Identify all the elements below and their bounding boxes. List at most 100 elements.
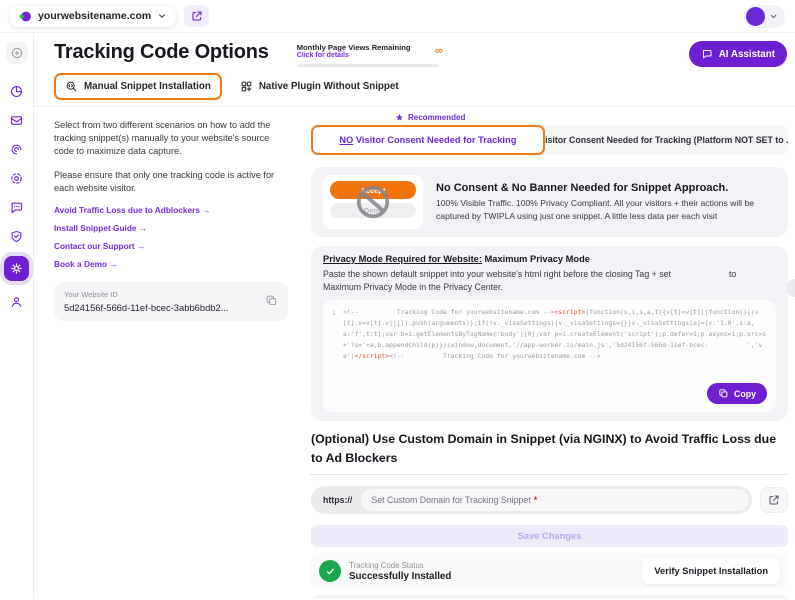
sidebar-item-automation[interactable] xyxy=(6,167,28,189)
status-value: Successfully Installed xyxy=(349,571,451,582)
sidebar-item-privacy[interactable] xyxy=(6,225,28,247)
sidebar-item-add[interactable] xyxy=(6,42,28,64)
website-selector-label: yourwebsitename.com xyxy=(38,10,151,22)
privacy-mode-title: Privacy Mode Required for Website: Maxim… xyxy=(323,254,776,264)
page-title: Tracking Code Options xyxy=(54,41,269,64)
prohibition-icon xyxy=(323,175,423,229)
external-link-icon xyxy=(768,494,780,506)
main-layout: Tracking Code Options Monthly Page Views… xyxy=(0,32,795,599)
link-install-snippet-guide[interactable]: Install Snippet Guide → xyxy=(54,223,288,233)
website-selector[interactable]: yourwebsitename.com xyxy=(10,6,176,27)
star-icon xyxy=(395,113,404,122)
tab-no-consent[interactable]: NO Visitor Consent Needed for Tracking xyxy=(311,125,545,155)
open-domain-button[interactable] xyxy=(760,487,788,513)
copy-button-label: Copy xyxy=(734,389,756,399)
verify-installation-button[interactable]: Verify Snippet Installation xyxy=(642,558,780,584)
page-views-widget: Monthly Page Views Remaining Click for d… xyxy=(297,43,427,67)
privacy-mode-body-before: Paste the shown default snippet into you… xyxy=(323,269,671,279)
protocol-prefix: https:// xyxy=(323,495,352,505)
shield-check-icon xyxy=(9,229,24,244)
chat-bubble-icon xyxy=(9,200,24,215)
page-views-progress-bar xyxy=(297,64,439,67)
website-favicon-icon xyxy=(19,10,32,23)
copy-icon[interactable] xyxy=(265,294,278,312)
custom-domain-field: https:// Set Custom Domain for Tracking … xyxy=(311,486,752,514)
spiral-icon xyxy=(9,142,24,157)
no-consent-body: 100% Visible Traffic. 100% Privacy Compl… xyxy=(436,197,776,222)
content-columns: Select from two different scenarios on h… xyxy=(54,107,789,599)
sidebar-item-chat[interactable] xyxy=(6,196,28,218)
status-text: Tracking Code Status Successfully Instal… xyxy=(349,561,451,582)
recommended-badge-label: Recommended xyxy=(408,113,465,122)
code-script-open-tag: <script> xyxy=(555,308,586,316)
panel-collapse-handle[interactable] xyxy=(787,279,795,297)
custom-domain-input[interactable]: Set Custom Domain for Tracking Snippet * xyxy=(361,489,749,511)
link-contact-support[interactable]: Contact our Support → xyxy=(54,241,288,251)
app-window: yourwebsitename.com xyxy=(0,0,795,600)
status-label: Tracking Code Status xyxy=(349,561,451,570)
code-line-number: 1 xyxy=(332,307,336,383)
right-column: Recommended NO Visitor Consent Needed fo… xyxy=(302,107,789,599)
intro-paragraph-1: Select from two different scenarios on h… xyxy=(54,119,288,158)
no-consent-title: No Consent & No Banner Needed for Snippe… xyxy=(436,182,776,194)
no-consent-text: No Consent & No Banner Needed for Snippe… xyxy=(436,182,776,222)
avatar xyxy=(746,7,765,26)
privacy-mode-title-rest: Maximum Privacy Mode xyxy=(482,254,590,264)
ai-assistant-label: AI Assistant xyxy=(719,49,775,60)
chevron-down-icon xyxy=(157,11,167,21)
required-asterisk: * xyxy=(534,495,537,505)
pie-chart-icon xyxy=(9,84,24,99)
search-code-icon xyxy=(65,80,78,93)
tracking-code-box: 1 <!-- Tracking Code for yourwebsitename… xyxy=(323,300,776,412)
intro-paragraph-2: Please ensure that only one tracking cod… xyxy=(54,169,288,195)
user-menu[interactable] xyxy=(744,5,785,28)
left-column: Select from two different scenarios on h… xyxy=(54,107,302,599)
code-comment-close: <!-- Tracking Code for yourwebsitename.c… xyxy=(389,352,601,360)
tab-consent-needed[interactable]: Visitor Consent Needed for Tracking (Pla… xyxy=(545,125,788,155)
tab-manual-snippet-label: Manual Snippet Installation xyxy=(84,81,211,92)
privacy-mode-title-underlined: Privacy Mode Required for Website: xyxy=(323,254,482,264)
chat-icon xyxy=(701,48,713,60)
sidebar-item-analytics[interactable] xyxy=(6,80,28,102)
tab-no-consent-prefix: NO xyxy=(339,135,353,145)
custom-domain-placeholder: Set Custom Domain for Tracking Snippet xyxy=(371,495,530,505)
consent-tabs: NO Visitor Consent Needed for Tracking V… xyxy=(311,125,788,155)
main-content: Tracking Code Options Monthly Page Views… xyxy=(34,33,795,599)
link-book-demo[interactable]: Book a Demo → xyxy=(54,259,288,269)
sidebar-item-settings[interactable] xyxy=(4,256,29,281)
link-avoid-traffic-loss[interactable]: Avoid Traffic Loss due to Adblockers → xyxy=(54,205,288,215)
privacy-mode-body: Paste the shown default snippet into you… xyxy=(323,268,776,294)
code-comment-open: <!-- Tracking Code for yourwebsitename.c… xyxy=(343,308,555,316)
sidebar-item-inbox[interactable] xyxy=(6,109,28,131)
top-bar: yourwebsitename.com xyxy=(0,0,795,32)
recommended-badge: Recommended xyxy=(395,113,788,122)
ai-assistant-button[interactable]: AI Assistant xyxy=(689,41,787,67)
tab-manual-snippet[interactable]: Manual Snippet Installation xyxy=(54,73,222,100)
open-website-button[interactable] xyxy=(184,5,209,27)
custom-domain-row: https:// Set Custom Domain for Tracking … xyxy=(311,486,788,514)
website-id-label: Your Website ID xyxy=(64,290,278,299)
custom-domain-heading: (Optional) Use Custom Domain in Snippet … xyxy=(311,430,788,475)
tab-native-plugin[interactable]: Native Plugin Without Snippet xyxy=(238,74,401,99)
page-views-label: Monthly Page Views Remaining xyxy=(297,43,427,52)
consent-banner-illustration: Accept Deny xyxy=(323,175,423,229)
snippet-card: Privacy Mode Required for Website: Maxim… xyxy=(311,246,788,421)
tracking-code-snippet[interactable]: <!-- Tracking Code for yourwebsitename.c… xyxy=(343,307,767,383)
page-views-details-link[interactable]: Click for details xyxy=(297,52,427,59)
save-changes-button[interactable]: Save Changes xyxy=(311,525,788,547)
sidebar-nav xyxy=(0,33,34,599)
tab-no-consent-label: Visitor Consent Needed for Tracking xyxy=(353,135,516,145)
sidebar-item-recordings[interactable] xyxy=(6,138,28,160)
code-script-close-tag: </script> xyxy=(354,352,389,360)
add-circle-icon xyxy=(10,46,24,60)
gear-icon xyxy=(9,261,24,276)
tracking-status-card: Tracking Code Status Successfully Instal… xyxy=(311,553,788,589)
support-person-icon xyxy=(9,294,24,309)
view-all-platforms-button[interactable]: View All Supported Platforms xyxy=(311,595,788,599)
mail-icon xyxy=(9,113,24,128)
check-circle-icon xyxy=(319,560,341,582)
sidebar-item-support[interactable] xyxy=(6,290,28,312)
copy-snippet-button[interactable]: Copy xyxy=(707,383,767,404)
website-id-card: Your Website ID 5d24156f-566d-11ef-bcec-… xyxy=(54,282,288,321)
copy-icon xyxy=(718,388,729,399)
